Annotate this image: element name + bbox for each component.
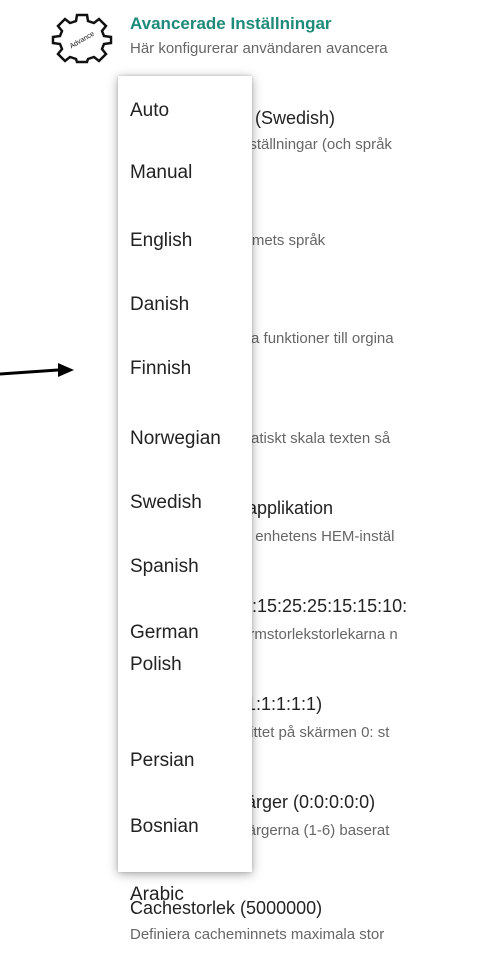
gear-icon: Advance xyxy=(51,13,113,64)
option-bosnian[interactable]: Bosnian xyxy=(130,816,199,838)
option-auto[interactable]: Auto xyxy=(130,100,169,122)
option-spanish[interactable]: Spanish xyxy=(130,556,199,578)
setting-screen-size-title[interactable]: (15:15:25:25:15:15:10: xyxy=(226,596,407,617)
language-dropdown-menu: Auto Manual English Danish Finnish Norwe… xyxy=(118,76,252,905)
option-danish[interactable]: Danish xyxy=(130,294,189,316)
option-norwegian[interactable]: Norwegian xyxy=(130,428,221,450)
option-manual[interactable]: Manual xyxy=(130,162,192,184)
arrow-icon xyxy=(0,363,74,377)
option-swedish[interactable]: Swedish xyxy=(130,492,202,514)
option-german[interactable]: German xyxy=(130,622,199,644)
setting-cache-sub: Definiera cacheminnets maximala stor xyxy=(130,926,385,943)
page-title: Avancerade Inställningar xyxy=(130,14,332,33)
option-polish[interactable]: Polish xyxy=(130,654,182,676)
page-subtitle: Här konfigurerar användaren avancera xyxy=(130,40,388,57)
option-arabic[interactable]: Arabic xyxy=(130,884,184,906)
option-english[interactable]: English xyxy=(130,230,192,252)
option-persian[interactable]: Persian xyxy=(130,750,194,772)
settings-screen: Advance Avancerade Inställningar Här kon… xyxy=(0,0,484,957)
option-finnish[interactable]: Finnish xyxy=(130,358,191,380)
